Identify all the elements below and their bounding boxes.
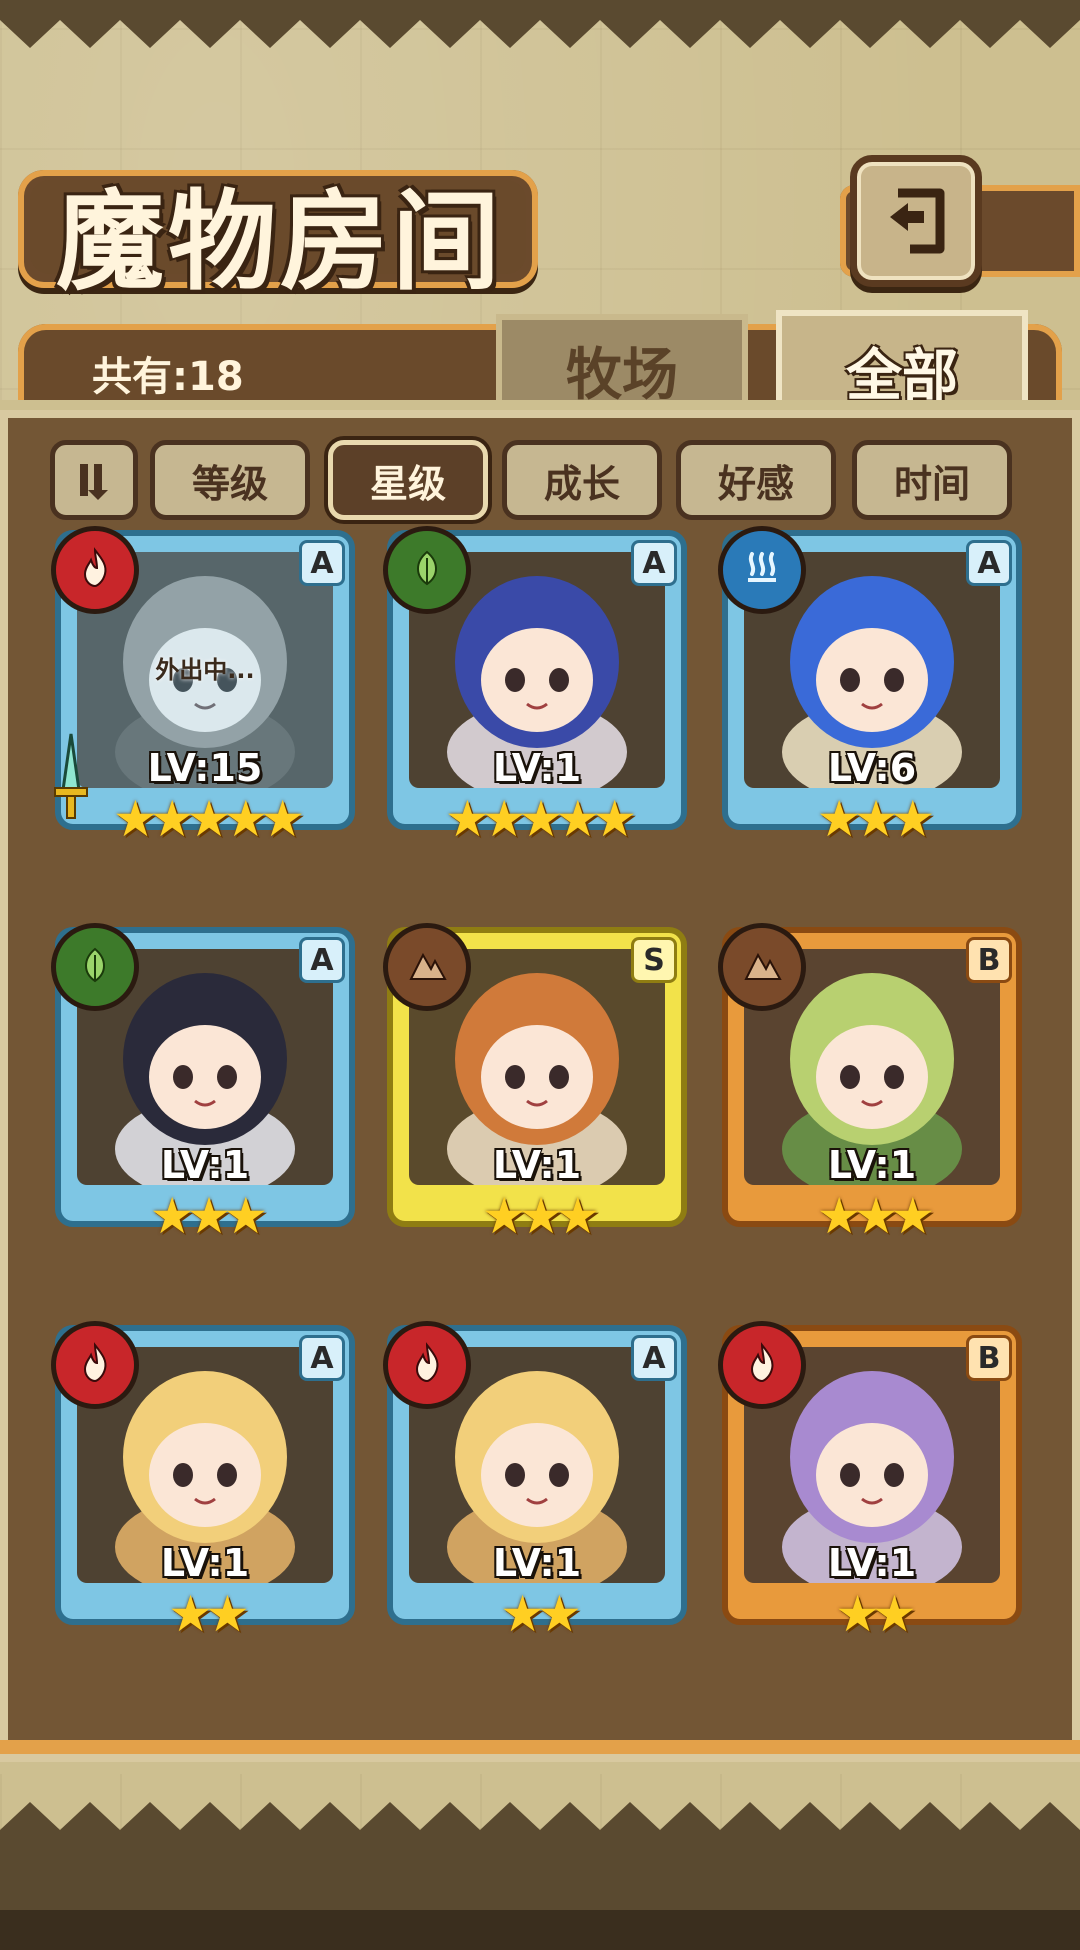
- level-label: LV:6: [827, 746, 917, 790]
- earth-element-badge: [383, 923, 471, 1011]
- level-label: LV:1: [492, 746, 582, 790]
- star-rating: ★★★: [816, 790, 935, 848]
- star-rating: ★★★★★: [112, 790, 305, 848]
- leaf-icon: [405, 546, 449, 594]
- water-icon: [740, 546, 784, 594]
- fire-icon: [740, 1341, 784, 1389]
- level-label: LV:1: [160, 1541, 250, 1585]
- earth-icon: [740, 943, 784, 991]
- panel-trim: [0, 1740, 1080, 1754]
- star-rating: ★★★: [481, 1187, 600, 1245]
- star-rating: ★★★★★: [444, 790, 637, 848]
- back-arrow-icon: [890, 188, 945, 254]
- sort-star-button[interactable]: 星级: [328, 440, 488, 520]
- sort-level-button[interactable]: 等级: [150, 440, 310, 520]
- level-label: LV:1: [160, 1143, 250, 1187]
- away-status: 外出中...: [155, 656, 255, 684]
- earth-element-badge: [718, 923, 806, 1011]
- star-rating: ★★: [500, 1585, 582, 1643]
- sort-growth-button[interactable]: 成长: [502, 440, 662, 520]
- monster-card[interactable]: A LV:1 ★★★★★: [383, 526, 687, 848]
- star-rating: ★★: [835, 1585, 917, 1643]
- rank-badge: A: [299, 937, 345, 983]
- leaf-icon: [73, 943, 117, 991]
- star-rating: ★★: [168, 1585, 250, 1643]
- level-label: LV:1: [492, 1541, 582, 1585]
- monster-card[interactable]: A LV:1 ★★: [51, 1321, 355, 1643]
- leaf-element-badge: [51, 923, 139, 1011]
- bottom-zigzag-border: [0, 1802, 1080, 1950]
- sort-time-button[interactable]: 时间: [852, 440, 1012, 520]
- fire-element-badge: [383, 1321, 471, 1409]
- rank-badge: B: [966, 937, 1012, 983]
- sort-affection-button[interactable]: 好感: [676, 440, 836, 520]
- earth-icon: [405, 943, 449, 991]
- star-rating: ★★★: [816, 1187, 935, 1245]
- monster-card[interactable]: S LV:1 ★★★: [383, 923, 687, 1245]
- monster-card[interactable]: A LV:1 ★★: [383, 1321, 687, 1643]
- star-rating: ★★★: [149, 1187, 268, 1245]
- level-label: LV:15: [147, 746, 263, 790]
- fire-icon: [73, 1341, 117, 1389]
- level-label: LV:1: [827, 1143, 917, 1187]
- rank-badge: A: [299, 1335, 345, 1381]
- monster-card[interactable]: B LV:1 ★★★: [718, 923, 1022, 1245]
- monster-card[interactable]: A LV:1 ★★★: [51, 923, 355, 1245]
- back-button[interactable]: [850, 155, 982, 287]
- sort-order-icon: [80, 464, 108, 500]
- page-title: 魔物房间: [56, 179, 505, 305]
- total-count: 共有:18: [92, 354, 244, 400]
- fire-element-badge: [718, 1321, 806, 1409]
- sort-order-toggle[interactable]: [50, 440, 138, 520]
- rank-badge: A: [966, 540, 1012, 586]
- level-label: LV:1: [827, 1541, 917, 1585]
- rank-badge: A: [631, 1335, 677, 1381]
- rank-badge: S: [631, 937, 677, 983]
- leaf-element-badge: [383, 526, 471, 614]
- fire-element-badge: [51, 1321, 139, 1409]
- top-zigzag-border: [0, 0, 1080, 48]
- level-label: LV:1: [492, 1143, 582, 1187]
- water-element-badge: [718, 526, 806, 614]
- fire-icon: [73, 546, 117, 594]
- rank-badge: A: [631, 540, 677, 586]
- rank-badge: B: [966, 1335, 1012, 1381]
- monster-card[interactable]: B LV:1 ★★: [718, 1321, 1022, 1643]
- monster-card[interactable]: A LV:6 ★★★: [718, 526, 1022, 848]
- fire-icon: [405, 1341, 449, 1389]
- rank-badge: A: [299, 540, 345, 586]
- fire-element-badge: [51, 526, 139, 614]
- monster-card[interactable]: 外出中... A LV:15 ★★★★★: [51, 526, 355, 848]
